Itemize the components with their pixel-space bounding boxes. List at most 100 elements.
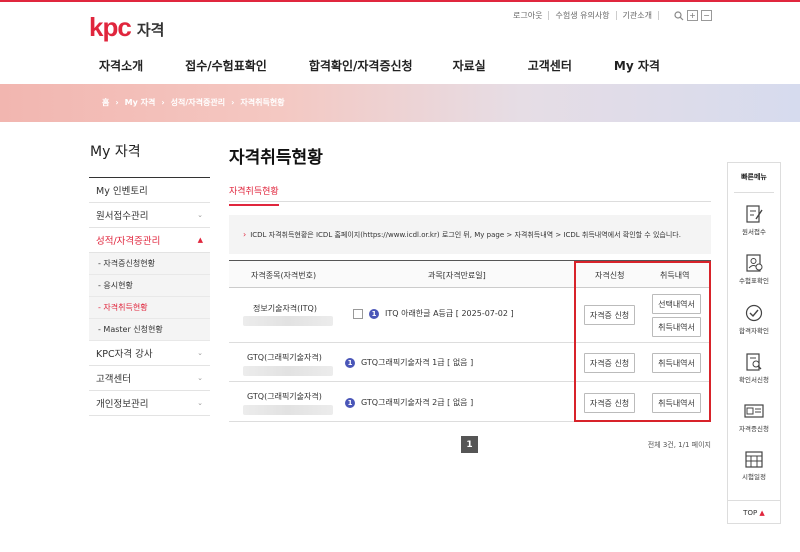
table-header: 자격종목(자격번호) 과목[자격만료일] 자격신청 취득내역 <box>229 260 711 288</box>
document-search-icon <box>746 353 762 371</box>
caret-up-icon: ▲ <box>759 509 765 517</box>
chevron-right-icon: › <box>115 98 119 107</box>
subject-text: ITQ 아래한글 A등급 [ 2025-07-02 ] <box>385 309 514 318</box>
divider <box>615 11 617 20</box>
page-1-button[interactable]: 1 <box>461 436 478 453</box>
table-row: 정보기술자격(ITQ) 1 ITQ 아래한글 A등급 [ 2025-07-02 … <box>229 288 711 343</box>
col-category: 자격종목(자격번호) <box>251 271 317 280</box>
subject-text: GTQ그래픽기술자격 1급 [ 없음 ] <box>361 358 474 367</box>
masked-number <box>243 316 333 326</box>
lnb-item-instructor[interactable]: KPC자격 강사 ⌄ <box>89 341 210 366</box>
category-text: 정보기술자격(ITQ) <box>253 304 317 313</box>
gnb-my-qualification[interactable]: My 자격 <box>614 57 660 74</box>
top-accent-line <box>0 0 800 2</box>
lnb-sub-master[interactable]: - Master 신청현황 <box>89 319 210 341</box>
divider <box>658 11 659 20</box>
logout-link[interactable]: 로그아웃 <box>513 10 542 21</box>
gnb-pass-check[interactable]: 합격확인/자격증신청 <box>309 57 413 74</box>
certificate-icon <box>744 404 764 418</box>
top-label: TOP <box>743 509 758 517</box>
select-history-button[interactable]: 선택내역서 <box>652 294 701 314</box>
lnb-item-grade[interactable]: 성적/자격증관리 ▲ <box>89 228 210 253</box>
lnb-item-label: 개인정보관리 <box>96 399 149 410</box>
category-text: GTQ(그래픽기술자격) <box>247 353 322 362</box>
gnb-qualification-intro[interactable]: 자격소개 <box>99 57 143 74</box>
zoom-in-icon[interactable]: + <box>687 10 698 21</box>
lnb-item-customer[interactable]: 고객센터 ⌄ <box>89 366 210 391</box>
subject-cell: 1 GTQ그래픽기술자격 1급 [ 없음 ] <box>345 357 473 368</box>
table-row: GTQ(그래픽기술자격) 1 GTQ그래픽기술자격 1급 [ 없음 ] 자격증 … <box>229 343 711 382</box>
col-subject: 과목[자격만료일] <box>428 271 486 280</box>
acquired-table: 자격종목(자격번호) 과목[자격만료일] 자격신청 취득내역 정보기술자격(IT… <box>229 260 711 422</box>
lnb-item-label: My 인벤토리 <box>96 186 148 197</box>
breadcrumb-my[interactable]: My 자격 <box>125 97 156 108</box>
row-checkbox[interactable] <box>353 308 363 319</box>
col-history: 취득내역 <box>660 271 690 280</box>
total-count: 전체 3건, 1/1 페이지 <box>647 441 711 449</box>
masked-number <box>243 366 333 376</box>
subject-cell: 1 ITQ 아래한글 A등급 [ 2025-07-02 ] <box>353 308 514 319</box>
lnb-item-label: 원서접수관리 <box>96 211 149 222</box>
lnb-item-inventory[interactable]: My 인벤토리 <box>89 178 210 203</box>
lnb-item-label: 고객센터 <box>96 374 131 385</box>
apply-cert-button[interactable]: 자격증 신청 <box>584 353 635 373</box>
global-nav: 자격소개 접수/수험표확인 합격확인/자격증신청 자료실 고객센터 My 자격 <box>99 57 660 74</box>
acquired-history-button[interactable]: 취득내역서 <box>652 353 701 373</box>
lnb-item-label: KPC자격 강사 <box>96 349 153 360</box>
tab-acquired[interactable]: 자격취득현황 <box>229 184 279 206</box>
chevron-down-icon: ⌄ <box>197 399 203 407</box>
chevron-right-icon: › <box>161 98 165 107</box>
quick-menu-title: 빠른메뉴 <box>734 172 774 193</box>
subject-text: GTQ그래픽기술자격 2급 [ 없음 ] <box>361 398 474 407</box>
notice-box: › ICDL 자격취득현황은 ICDL 홈페이지(https://www.icd… <box>229 215 711 254</box>
top-button[interactable]: TOP ▲ <box>728 500 780 517</box>
logo-text: 자격 <box>136 21 165 39</box>
masked-number <box>243 405 333 415</box>
category-text: GTQ(그래픽기술자격) <box>247 392 322 401</box>
acquired-history-button[interactable]: 취득내역서 <box>652 317 701 337</box>
badge-icon: 1 <box>345 357 355 368</box>
check-circle-icon <box>745 304 763 322</box>
tab-divider <box>229 201 711 202</box>
lnb-item-application[interactable]: 원서접수관리 ⌄ <box>89 203 210 228</box>
quick-menu: 빠른메뉴 원서접수 수험표확인 합격자확인 확인서신청 자격증신청 시험일정 T… <box>727 162 781 524</box>
quick-pass[interactable]: 합격자확인 <box>728 304 780 335</box>
quick-label: 원서접수 <box>742 228 766 236</box>
quick-label: 합격자확인 <box>739 327 769 335</box>
apply-cert-button[interactable]: 자격증 신청 <box>584 305 635 325</box>
quick-apply[interactable]: 원서접수 <box>728 205 780 236</box>
lnb-sub-cert-apply[interactable]: - 자격증신청현황 <box>89 253 210 275</box>
quick-label: 시험일정 <box>742 473 766 481</box>
quick-ticket[interactable]: 수험표확인 <box>728 254 780 285</box>
quick-cert[interactable]: 자격증신청 <box>728 402 780 433</box>
lnb-item-privacy[interactable]: 개인정보관리 ⌄ <box>89 391 210 416</box>
subject-cell: 1 GTQ그래픽기술자격 2급 [ 없음 ] <box>345 397 473 408</box>
gnb-resources[interactable]: 자료실 <box>453 57 486 74</box>
gnb-application[interactable]: 접수/수험표확인 <box>185 57 267 74</box>
kpc-logo[interactable]: kpc 자격 <box>89 12 164 43</box>
breadcrumb-current: 자격취득현황 <box>240 98 285 107</box>
quick-schedule[interactable]: 시험일정 <box>728 450 780 481</box>
chevron-down-icon: ⌄ <box>197 349 203 357</box>
utility-menu: 로그아웃 수험생 유의사항 기관소개 + − <box>513 10 712 21</box>
breadcrumb-grade[interactable]: 성적/자격증관리 <box>171 97 225 108</box>
exam-notice-link[interactable]: 수험생 유의사항 <box>555 10 609 21</box>
quick-label: 확인서신청 <box>739 376 769 384</box>
acquired-history-button[interactable]: 취득내역서 <box>652 393 701 413</box>
search-icon[interactable] <box>673 10 684 21</box>
lnb-sub-exam[interactable]: - 응시현황 <box>89 275 210 297</box>
badge-icon: 1 <box>345 397 355 408</box>
zoom-out-icon[interactable]: − <box>701 10 712 21</box>
page-title: 자격취득현황 <box>229 148 323 168</box>
about-link[interactable]: 기관소개 <box>623 10 652 21</box>
lnb-sub-acquired[interactable]: - 자격취득현황 <box>89 297 210 319</box>
badge-icon: 1 <box>369 308 379 319</box>
breadcrumb-home[interactable]: 홈 <box>102 97 109 108</box>
notice-text: ICDL 자격취득현황은 ICDL 홈페이지(https://www.icdl.… <box>250 230 681 239</box>
quick-confirmation[interactable]: 확인서신청 <box>728 353 780 384</box>
calendar-icon <box>745 451 763 468</box>
chevron-right-icon: › <box>231 98 235 107</box>
lnb-item-label: 성적/자격증관리 <box>96 236 161 247</box>
apply-cert-button[interactable]: 자격증 신청 <box>584 393 635 413</box>
gnb-customer-center[interactable]: 고객센터 <box>528 57 572 74</box>
